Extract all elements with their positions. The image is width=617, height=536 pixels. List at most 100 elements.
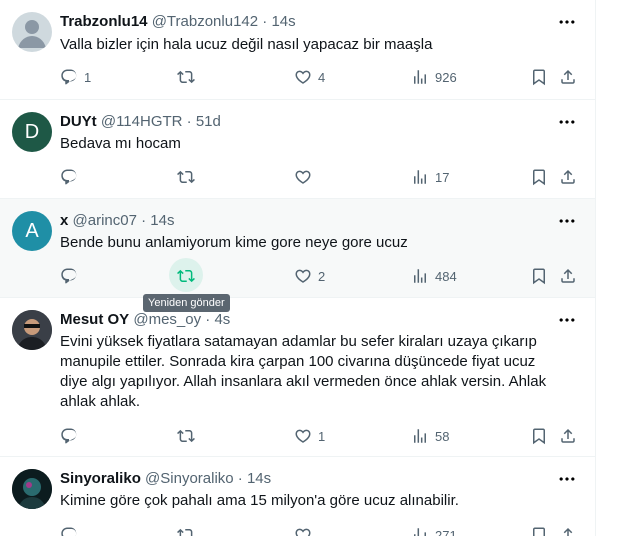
display-name[interactable]: Sinyoraliko — [60, 470, 141, 487]
user-handle[interactable]: @114HGTR — [101, 113, 183, 130]
views-button[interactable]: 17 — [411, 167, 449, 187]
view-count: 926 — [435, 69, 457, 85]
reply-icon — [60, 68, 78, 86]
views-button[interactable]: 271 — [411, 525, 457, 536]
retweet-icon — [177, 68, 195, 86]
avatar[interactable]: D — [12, 112, 52, 152]
tweet[interactable]: Sinyoraliko @Sinyoraliko · 14s Kimine gö… — [0, 457, 595, 536]
timestamp[interactable]: 14s — [247, 470, 271, 487]
tweet-actions: 1 58 — [60, 426, 590, 446]
like-count: 1 — [318, 428, 326, 444]
avatar[interactable] — [12, 310, 52, 350]
like-button[interactable]: 2 — [294, 266, 325, 286]
views-button[interactable]: 58 — [411, 426, 449, 446]
views-icon — [411, 68, 429, 86]
more-options-icon[interactable] — [557, 469, 577, 489]
reply-icon — [60, 267, 78, 285]
tweet-actions: 17 — [60, 167, 590, 187]
tweet-text: Bedava mı hocam — [60, 135, 181, 152]
more-options-icon[interactable] — [557, 112, 577, 132]
avatar[interactable] — [12, 469, 52, 509]
share-button[interactable] — [559, 67, 577, 87]
reply-button[interactable] — [60, 426, 78, 446]
view-count: 484 — [435, 268, 457, 284]
retweet-button[interactable] — [177, 525, 195, 536]
retweet-button[interactable] — [177, 167, 195, 187]
reply-button[interactable] — [60, 266, 78, 286]
tweet-header: DUYt @114HGTR · 51d — [60, 112, 221, 132]
more-options-icon[interactable] — [557, 310, 577, 330]
retweet-icon — [177, 427, 195, 445]
retweet-button[interactable] — [177, 266, 195, 286]
user-handle[interactable]: @mes_oy — [133, 311, 201, 328]
more-options-icon[interactable] — [557, 211, 577, 231]
reply-button[interactable] — [60, 525, 78, 536]
separator-dot: · — [262, 13, 268, 30]
bookmark-icon — [530, 168, 548, 186]
display-name[interactable]: DUYt — [60, 113, 97, 130]
user-handle[interactable]: @Sinyoraliko — [145, 470, 234, 487]
tweet-header: Trabzonlu14 @Trabzonlu142 · 14s — [60, 12, 296, 32]
tweet-text: Bende bunu anlamiyorum kime gore neye go… — [60, 234, 408, 251]
tweet[interactable]: Trabzonlu14 @Trabzonlu142 · 14s Valla bi… — [0, 0, 595, 100]
tweet-text: Valla bizler için hala ucuz değil nasıl … — [60, 36, 433, 53]
avatar[interactable] — [12, 12, 52, 52]
separator-dot: · — [237, 470, 243, 487]
reply-icon — [60, 168, 78, 186]
share-icon — [559, 68, 577, 86]
tweet-header: Mesut OY @mes_oy · 4s — [60, 310, 230, 330]
heart-icon — [294, 68, 312, 86]
timestamp[interactable]: 14s — [271, 13, 295, 30]
like-button[interactable] — [294, 167, 312, 187]
like-count: 2 — [318, 268, 326, 284]
timestamp[interactable]: 4s — [214, 311, 230, 328]
like-button[interactable]: 1 — [294, 426, 325, 446]
share-button[interactable] — [559, 266, 577, 286]
retweet-button[interactable] — [177, 67, 195, 87]
timestamp[interactable]: 14s — [150, 212, 174, 229]
share-button[interactable] — [559, 426, 577, 446]
tweet-actions: 271 — [60, 525, 590, 536]
tweet-text: Kimine göre çok pahalı ama 15 milyon'a g… — [60, 492, 459, 509]
tweet[interactable]: Mesut OY @mes_oy · 4s Evini yüksek fiyat… — [0, 298, 595, 457]
tweet-header: Sinyoraliko @Sinyoraliko · 14s — [60, 469, 271, 489]
views-icon — [411, 526, 429, 536]
bookmark-icon — [530, 427, 548, 445]
user-handle[interactable]: @arinc07 — [73, 212, 137, 229]
tweet[interactable]: D DUYt @114HGTR · 51d Bedava mı hocam 17 — [0, 100, 595, 199]
reply-button[interactable] — [60, 167, 78, 187]
timestamp[interactable]: 51d — [196, 113, 221, 130]
user-handle[interactable]: @Trabzonlu142 — [152, 13, 258, 30]
separator-dot: · — [205, 311, 211, 328]
like-button[interactable] — [294, 525, 312, 536]
bookmark-button[interactable] — [530, 67, 548, 87]
share-icon — [559, 427, 577, 445]
tweet-actions: 1 4 926 — [60, 67, 590, 87]
share-button[interactable] — [559, 525, 577, 536]
retweet-icon — [177, 526, 195, 536]
share-icon — [559, 168, 577, 186]
avatar-letter: D — [24, 120, 40, 143]
bookmark-button[interactable] — [530, 167, 548, 187]
tweet-feed: Trabzonlu14 @Trabzonlu142 · 14s Valla bi… — [0, 0, 596, 536]
view-count: 17 — [435, 169, 450, 185]
avatar[interactable]: A — [12, 211, 52, 251]
more-options-icon[interactable] — [557, 12, 577, 32]
separator-dot: · — [141, 212, 147, 229]
retweet-button[interactable] — [177, 426, 195, 446]
heart-icon — [294, 526, 312, 536]
views-icon — [411, 267, 429, 285]
bookmark-button[interactable] — [530, 525, 548, 536]
heart-icon — [294, 168, 312, 186]
reply-button[interactable]: 1 — [60, 67, 91, 87]
views-button[interactable]: 926 — [411, 67, 457, 87]
views-button[interactable]: 484 — [411, 266, 457, 286]
display-name[interactable]: Mesut OY — [60, 311, 129, 328]
bookmark-button[interactable] — [530, 266, 548, 286]
display-name[interactable]: Trabzonlu14 — [60, 13, 148, 30]
share-button[interactable] — [559, 167, 577, 187]
bookmark-button[interactable] — [530, 426, 548, 446]
display-name[interactable]: x — [60, 212, 68, 229]
tweet[interactable]: A x @arinc07 · 14s Bende bunu anlamiyoru… — [0, 199, 595, 298]
like-button[interactable]: 4 — [294, 67, 325, 87]
